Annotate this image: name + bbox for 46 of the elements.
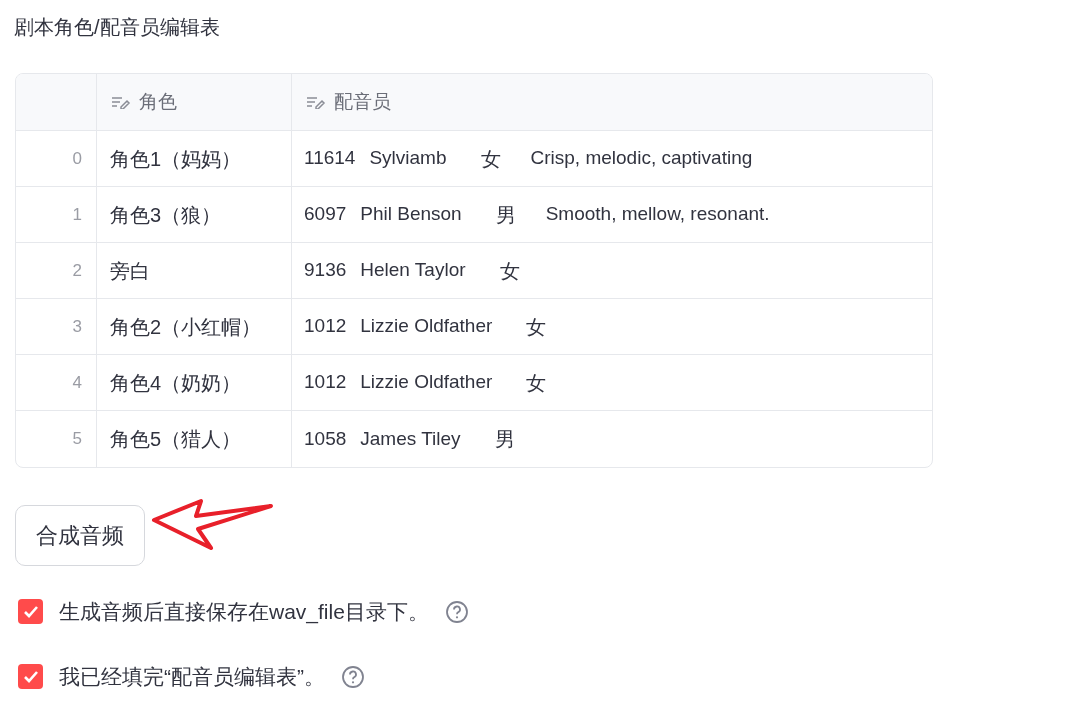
row-index: 0 bbox=[16, 131, 97, 186]
table-cell-text: Helen Taylor bbox=[360, 258, 466, 283]
table-cell-text: Smooth, mellow, resonant. bbox=[545, 202, 770, 227]
checkbox-label: 生成音频后直接保存在wav_file目录下。 bbox=[59, 598, 429, 626]
synthesize-button[interactable]: 合成音频 bbox=[15, 505, 145, 566]
checkbox[interactable] bbox=[18, 599, 43, 624]
row-index: 3 bbox=[16, 299, 97, 354]
table-cell: 角色5（猎人） bbox=[97, 411, 292, 467]
table-cell-text: Lizzie Oldfather bbox=[360, 314, 493, 339]
checkmark-icon bbox=[22, 669, 39, 684]
table-cell-text: James Tiley bbox=[360, 426, 461, 451]
checkmark-icon bbox=[22, 604, 39, 619]
table-cell-text: 女 bbox=[480, 146, 501, 172]
help-icon[interactable] bbox=[444, 599, 469, 624]
table-cell-text: 1058 bbox=[304, 426, 347, 451]
table-cell-text: 男 bbox=[495, 202, 516, 228]
table-cell: 角色2（小红帽） bbox=[97, 299, 292, 354]
table-cell-text: Sylviamb bbox=[369, 146, 447, 171]
edit-column-icon bbox=[306, 95, 326, 109]
table-cell-text: 1012 bbox=[304, 314, 347, 339]
table-cell: 角色4（奶奶） bbox=[97, 355, 292, 410]
table-cell-text: 1012 bbox=[304, 370, 347, 395]
table-cell-text: 女 bbox=[499, 258, 520, 284]
checkbox-label: 我已经填完“配音员编辑表”。 bbox=[59, 663, 325, 690]
row-index: 4 bbox=[16, 355, 97, 410]
row-index: 2 bbox=[16, 243, 97, 298]
table-cell: 角色3（狼） bbox=[97, 187, 292, 242]
table-cell: 旁白 bbox=[97, 243, 292, 298]
table-cell-text: 女 bbox=[526, 370, 547, 396]
table-cell: 角色1（妈妈） bbox=[97, 131, 292, 186]
table-cell-text: 女 bbox=[526, 314, 547, 340]
table-cell-text: 6097 bbox=[304, 202, 347, 227]
table-cell-text: 男 bbox=[494, 427, 515, 452]
table-cell-text: 9136 bbox=[304, 258, 347, 283]
table-cell-text: Crisp, melodic, captivating bbox=[530, 146, 753, 171]
column-header[interactable]: 角色 bbox=[97, 74, 292, 130]
checkbox[interactable] bbox=[18, 664, 43, 689]
table-title: 剧本角色/配音员编辑表 bbox=[14, 15, 221, 40]
table-cell-text: Phil Benson bbox=[360, 202, 462, 227]
row-index: 5 bbox=[16, 411, 97, 467]
table-cell-text: Lizzie Oldfather bbox=[360, 370, 493, 395]
table-cell-text: 11614 bbox=[304, 146, 356, 171]
help-icon[interactable] bbox=[341, 664, 365, 689]
row-index: 1 bbox=[16, 187, 97, 242]
column-header[interactable]: 配音员 bbox=[292, 74, 932, 130]
edit-column-icon bbox=[111, 95, 131, 109]
